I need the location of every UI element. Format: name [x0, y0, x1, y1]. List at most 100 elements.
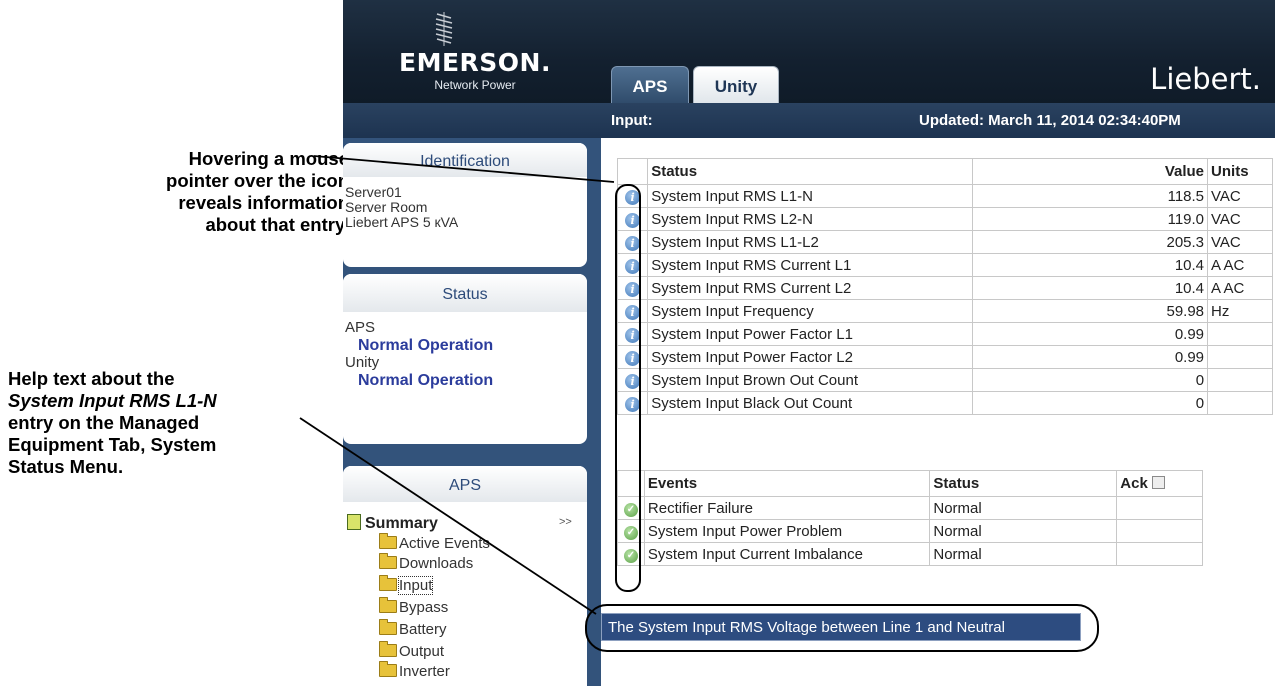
status-row: i System Input RMS L1-N 118.5 VAC: [616, 184, 1273, 208]
ack-column-header: Ack: [1116, 470, 1203, 497]
updated-timestamp: Updated: March 11, 2014 02:34:40PM: [919, 112, 1181, 129]
nav-active-events[interactable]: Active Events: [379, 533, 490, 554]
event-ack-cell[interactable]: [1116, 519, 1203, 543]
folder-icon: [379, 575, 397, 591]
expand-toggle[interactable]: >>: [559, 516, 572, 528]
status-table-header: Status Value Units: [616, 158, 1273, 185]
aps-nav-title: APS: [343, 466, 587, 502]
device-name: Server01: [345, 184, 402, 200]
status-unity-state: Normal Operation: [358, 372, 494, 389]
status-value: 118.5: [971, 184, 1209, 208]
status-value: 10.4: [971, 276, 1209, 300]
status-units: [1207, 322, 1273, 346]
nav-downloads[interactable]: Downloads: [379, 553, 473, 574]
folder-icon: [379, 641, 397, 657]
status-value: 119.0: [971, 207, 1209, 231]
icon-column-highlight: [615, 184, 641, 592]
event-row: ✓ System Input Power Problem Normal: [617, 519, 1203, 543]
status-units: Hz: [1207, 299, 1273, 323]
status-row: i System Input Power Factor L1 0.99: [616, 322, 1273, 346]
nav-inverter[interactable]: Inverter: [379, 661, 450, 682]
identification-panel: Identification Server01 Server Room Lieb…: [343, 143, 587, 267]
status-label: System Input Power Factor L1: [647, 322, 973, 346]
status-column-header: Status: [647, 158, 973, 185]
status-label: System Input RMS Current L1: [647, 253, 973, 277]
status-label: System Input Frequency: [647, 299, 973, 323]
folder-icon: [379, 533, 397, 549]
status-row: i System Input RMS Current L2 10.4 A AC: [616, 276, 1273, 300]
event-row: ✓ System Input Current Imbalance Normal: [617, 542, 1203, 566]
status-label: System Input RMS L1-N: [647, 184, 973, 208]
folder-icon: [379, 619, 397, 635]
summary-page-icon: [347, 514, 361, 530]
status-device-unity: Unity: [345, 354, 380, 371]
status-label: System Input Power Factor L2: [647, 345, 973, 369]
status-label: System Input RMS Current L2: [647, 276, 973, 300]
status-row: i System Input RMS Current L1 10.4 A AC: [616, 253, 1273, 277]
event-status-column-header: Status: [929, 470, 1118, 497]
status-row: i System Input Frequency 59.98 Hz: [616, 299, 1273, 323]
event-label: System Input Current Imbalance: [643, 542, 931, 566]
folder-icon: [379, 553, 397, 569]
status-row: i System Input Power Factor L2 0.99: [616, 345, 1273, 369]
status-value: 0.99: [971, 345, 1209, 369]
tab-aps[interactable]: APS: [611, 66, 689, 105]
status-title: Status: [343, 274, 587, 312]
status-units: VAC: [1207, 207, 1273, 231]
nav-summary[interactable]: Summary: [347, 514, 438, 533]
status-aps-state: Normal Operation: [358, 337, 494, 354]
status-units: [1207, 391, 1273, 415]
header: EMERSON. Network Power Liebert. APS Unit…: [343, 0, 1275, 105]
help-text-annotation: Help text about the System Input RMS L1-…: [8, 368, 217, 477]
emerson-logo-text: EMERSON.: [399, 48, 551, 77]
status-panel: Status APS Normal Operation Unity Normal…: [343, 274, 587, 444]
event-status: Normal: [929, 496, 1118, 520]
status-units: [1207, 345, 1273, 369]
nav-bypass[interactable]: Bypass: [379, 597, 448, 618]
status-units: [1207, 368, 1273, 392]
aps-nav-panel: APS Summary >> Active Events Downloads I…: [343, 466, 587, 686]
event-ack-cell[interactable]: [1116, 496, 1203, 520]
nav-output[interactable]: Output: [379, 641, 444, 662]
status-value: 0: [971, 368, 1209, 392]
status-table: Status Value Units i System Input RMS L1-…: [616, 158, 1273, 415]
event-ack-cell[interactable]: [1116, 542, 1203, 566]
status-value: 59.98: [971, 299, 1209, 323]
status-row: i System Input Brown Out Count 0: [616, 368, 1273, 392]
section-label: Input:: [611, 112, 653, 129]
event-status: Normal: [929, 542, 1118, 566]
event-row: ✓ Rectifier Failure Normal: [617, 496, 1203, 520]
nav-battery[interactable]: Battery: [379, 619, 447, 640]
logo-subtitle: Network Power: [434, 78, 516, 92]
status-label: System Input Brown Out Count: [647, 368, 973, 392]
status-value: 205.3: [971, 230, 1209, 254]
status-units: VAC: [1207, 184, 1273, 208]
nav-input[interactable]: Input: [379, 575, 434, 596]
status-value: 10.4: [971, 253, 1209, 277]
status-device-aps: APS: [345, 319, 376, 336]
events-column-header: Events: [643, 470, 931, 497]
ack-all-checkbox[interactable]: [1151, 476, 1165, 489]
units-column-header: Units: [1207, 158, 1273, 185]
status-units: A AC: [1207, 253, 1273, 277]
status-label: System Input RMS L1-L2: [647, 230, 973, 254]
hover-annotation: Hovering a mouse pointer over the icon r…: [166, 148, 349, 235]
tab-unity[interactable]: Unity: [693, 66, 779, 105]
liebert-brand: Liebert.: [1150, 62, 1261, 96]
device-model: Liebert APS 5 кVA: [345, 214, 459, 230]
status-value: 0.99: [971, 322, 1209, 346]
app-window: EMERSON. Network Power Liebert. APS Unit…: [343, 0, 1275, 686]
event-label: System Input Power Problem: [643, 519, 931, 543]
folder-icon: [379, 661, 397, 677]
status-row: i System Input RMS L1-L2 205.3 VAC: [616, 230, 1273, 254]
status-row: i System Input RMS L2-N 119.0 VAC: [616, 207, 1273, 231]
sidebar: Identification Server01 Server Room Lieb…: [343, 138, 601, 686]
status-value: 0: [971, 391, 1209, 415]
events-table: Events Status Ack ✓ Rectifier Failure Norm…: [617, 470, 1203, 566]
event-status: Normal: [929, 519, 1118, 543]
status-units: A AC: [1207, 276, 1273, 300]
event-label: Rectifier Failure: [643, 496, 931, 520]
folder-icon: [379, 597, 397, 613]
emerson-logo-icon: [435, 12, 453, 46]
identification-title: Identification: [343, 143, 587, 177]
